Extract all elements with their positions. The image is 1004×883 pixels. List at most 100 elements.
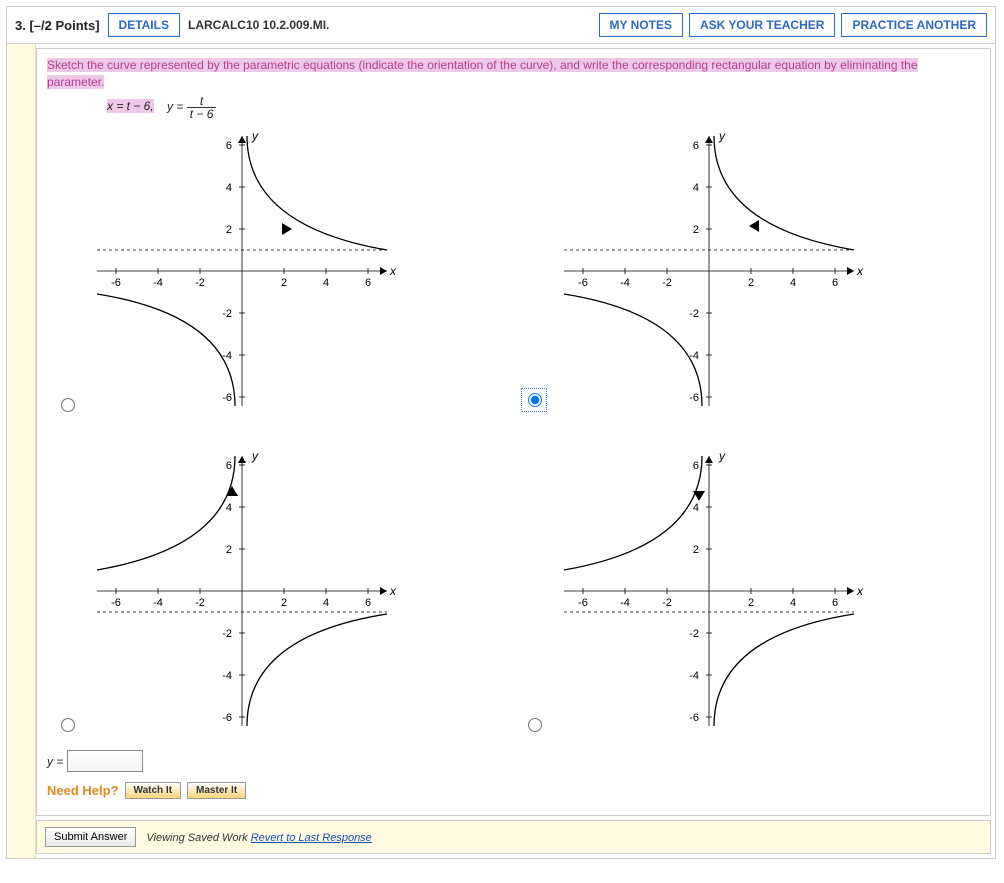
svg-text:-6: -6 [578, 277, 588, 289]
svg-text:-2: -2 [689, 308, 699, 320]
revert-link[interactable]: Revert to Last Response [251, 832, 372, 844]
svg-text:x: x [389, 584, 397, 598]
svg-text:x: x [389, 264, 397, 278]
svg-text:-2: -2 [222, 628, 232, 640]
svg-text:-4: -4 [620, 597, 630, 609]
need-help-row: Need Help? Watch It Master It [47, 782, 980, 799]
svg-text:y: y [251, 129, 259, 143]
option-1-radio[interactable] [61, 398, 75, 412]
answer-line: y = [47, 750, 980, 772]
graph-svg-1: -6-4-2246642-2-4-6yx [87, 126, 397, 416]
graph-svg-4: -6 -4 -2 2 4 6 6 4 2 -2 -4 -6 y x [554, 446, 864, 736]
svg-text:4: 4 [789, 277, 795, 289]
answer-label: y = [47, 754, 63, 768]
master-it-button[interactable]: Master It [187, 782, 246, 799]
practice-another-button[interactable]: PRACTICE ANOTHER [841, 13, 987, 37]
svg-text:-6: -6 [222, 712, 232, 724]
svg-text:-2: -2 [195, 277, 205, 289]
svg-text:-4: -4 [689, 670, 699, 682]
option-2-radio[interactable] [528, 393, 542, 407]
my-notes-button[interactable]: MY NOTES [599, 13, 683, 37]
svg-text:2: 2 [281, 277, 287, 289]
graph-options-grid: -6 -4 -2 2 4 6 6 4 2 -2 -4 -6 y x [47, 126, 980, 736]
eq-y-fraction: t t − 6 [187, 95, 217, 120]
svg-text:-4: -4 [153, 277, 163, 289]
svg-text:-2: -2 [662, 597, 672, 609]
svg-text:x: x [856, 584, 864, 598]
svg-text:2: 2 [226, 224, 232, 236]
question-frame: 3. [–/2 Points] DETAILS LARCALC10 10.2.0… [6, 6, 996, 859]
svg-text:4: 4 [692, 502, 698, 514]
details-button[interactable]: DETAILS [108, 13, 180, 37]
svg-text:-6: -6 [689, 392, 699, 404]
answer-input[interactable] [67, 750, 143, 772]
svg-text:-6: -6 [111, 597, 121, 609]
prompt-line1: Sketch the curve represented by the para… [47, 58, 918, 72]
option-1-graph: -6-4-2246642-2-4-6yx [87, 126, 514, 416]
question-number: 3. [–/2 Points] [15, 18, 100, 33]
frac-denominator: t − 6 [187, 108, 217, 120]
option-4-radio-cell [514, 446, 554, 736]
svg-text:y: y [718, 449, 726, 463]
eq-x: x = t − 6, [107, 99, 154, 113]
svg-text:-6: -6 [689, 712, 699, 724]
svg-text:-6: -6 [578, 597, 588, 609]
question-header: 3. [–/2 Points] DETAILS LARCALC10 10.2.0… [7, 7, 995, 44]
prompt-line2: parameter. [47, 75, 104, 89]
option-2-selected-wrap [521, 388, 547, 412]
svg-text:6: 6 [226, 140, 232, 152]
svg-text:-2: -2 [195, 597, 205, 609]
graph-svg-3: -6 -4 -2 2 4 6 6 4 2 -2 -4 -6 y x [87, 446, 397, 736]
svg-text:4: 4 [692, 182, 698, 194]
ask-teacher-button[interactable]: ASK YOUR TEACHER [689, 13, 835, 37]
svg-text:2: 2 [692, 224, 698, 236]
svg-text:-4: -4 [153, 597, 163, 609]
svg-text:-6: -6 [111, 277, 121, 289]
svg-text:4: 4 [226, 182, 232, 194]
svg-text:2: 2 [747, 597, 753, 609]
frac-numerator: t [187, 95, 217, 108]
svg-text:-2: -2 [689, 628, 699, 640]
svg-text:4: 4 [323, 597, 329, 609]
svg-text:-6: -6 [222, 392, 232, 404]
svg-text:6: 6 [831, 277, 837, 289]
svg-text:6: 6 [692, 140, 698, 152]
svg-text:2: 2 [692, 544, 698, 556]
viewing-saved-text: Viewing Saved Work [146, 832, 250, 844]
svg-text:-4: -4 [222, 670, 232, 682]
svg-text:-2: -2 [222, 308, 232, 320]
content-panel: Sketch the curve represented by the para… [36, 48, 991, 816]
watch-it-button[interactable]: Watch It [125, 782, 182, 799]
svg-text:4: 4 [226, 502, 232, 514]
source-reference: LARCALC10 10.2.009.MI. [188, 18, 329, 32]
svg-text:y: y [251, 449, 259, 463]
submit-answer-button[interactable]: Submit Answer [45, 827, 136, 847]
svg-text:2: 2 [226, 544, 232, 556]
svg-text:6: 6 [831, 597, 837, 609]
option-2-radio-cell [514, 126, 554, 416]
svg-text:6: 6 [365, 597, 371, 609]
header-right-buttons: MY NOTES ASK YOUR TEACHER PRACTICE ANOTH… [599, 13, 988, 37]
need-help-label: Need Help? [47, 783, 119, 798]
svg-text:-2: -2 [662, 277, 672, 289]
svg-text:4: 4 [323, 277, 329, 289]
prompt-text: Sketch the curve represented by the para… [47, 57, 980, 91]
svg-text:2: 2 [281, 597, 287, 609]
svg-text:6: 6 [226, 460, 232, 472]
svg-text:-4: -4 [620, 277, 630, 289]
option-2-graph: -6-4-2246642-2-4-6yx [554, 126, 981, 416]
option-4-graph: -6 -4 -2 2 4 6 6 4 2 -2 -4 -6 y x [554, 446, 981, 736]
svg-text:6: 6 [692, 460, 698, 472]
graph-svg-2: -6-4-2246642-2-4-6yx [554, 126, 864, 416]
option-3-radio[interactable] [61, 718, 75, 732]
svg-text:4: 4 [789, 597, 795, 609]
option-3-graph: -6 -4 -2 2 4 6 6 4 2 -2 -4 -6 y x [87, 446, 514, 736]
left-margin-bar [7, 44, 36, 858]
option-1-radio-cell [47, 126, 87, 416]
parametric-equations: x = t − 6, y = t t − 6 [107, 95, 980, 120]
svg-text:y: y [718, 129, 726, 143]
option-3-radio-cell [47, 446, 87, 736]
eq-y-prefix: y = [167, 99, 183, 113]
svg-text:6: 6 [365, 277, 371, 289]
option-4-radio[interactable] [528, 718, 542, 732]
